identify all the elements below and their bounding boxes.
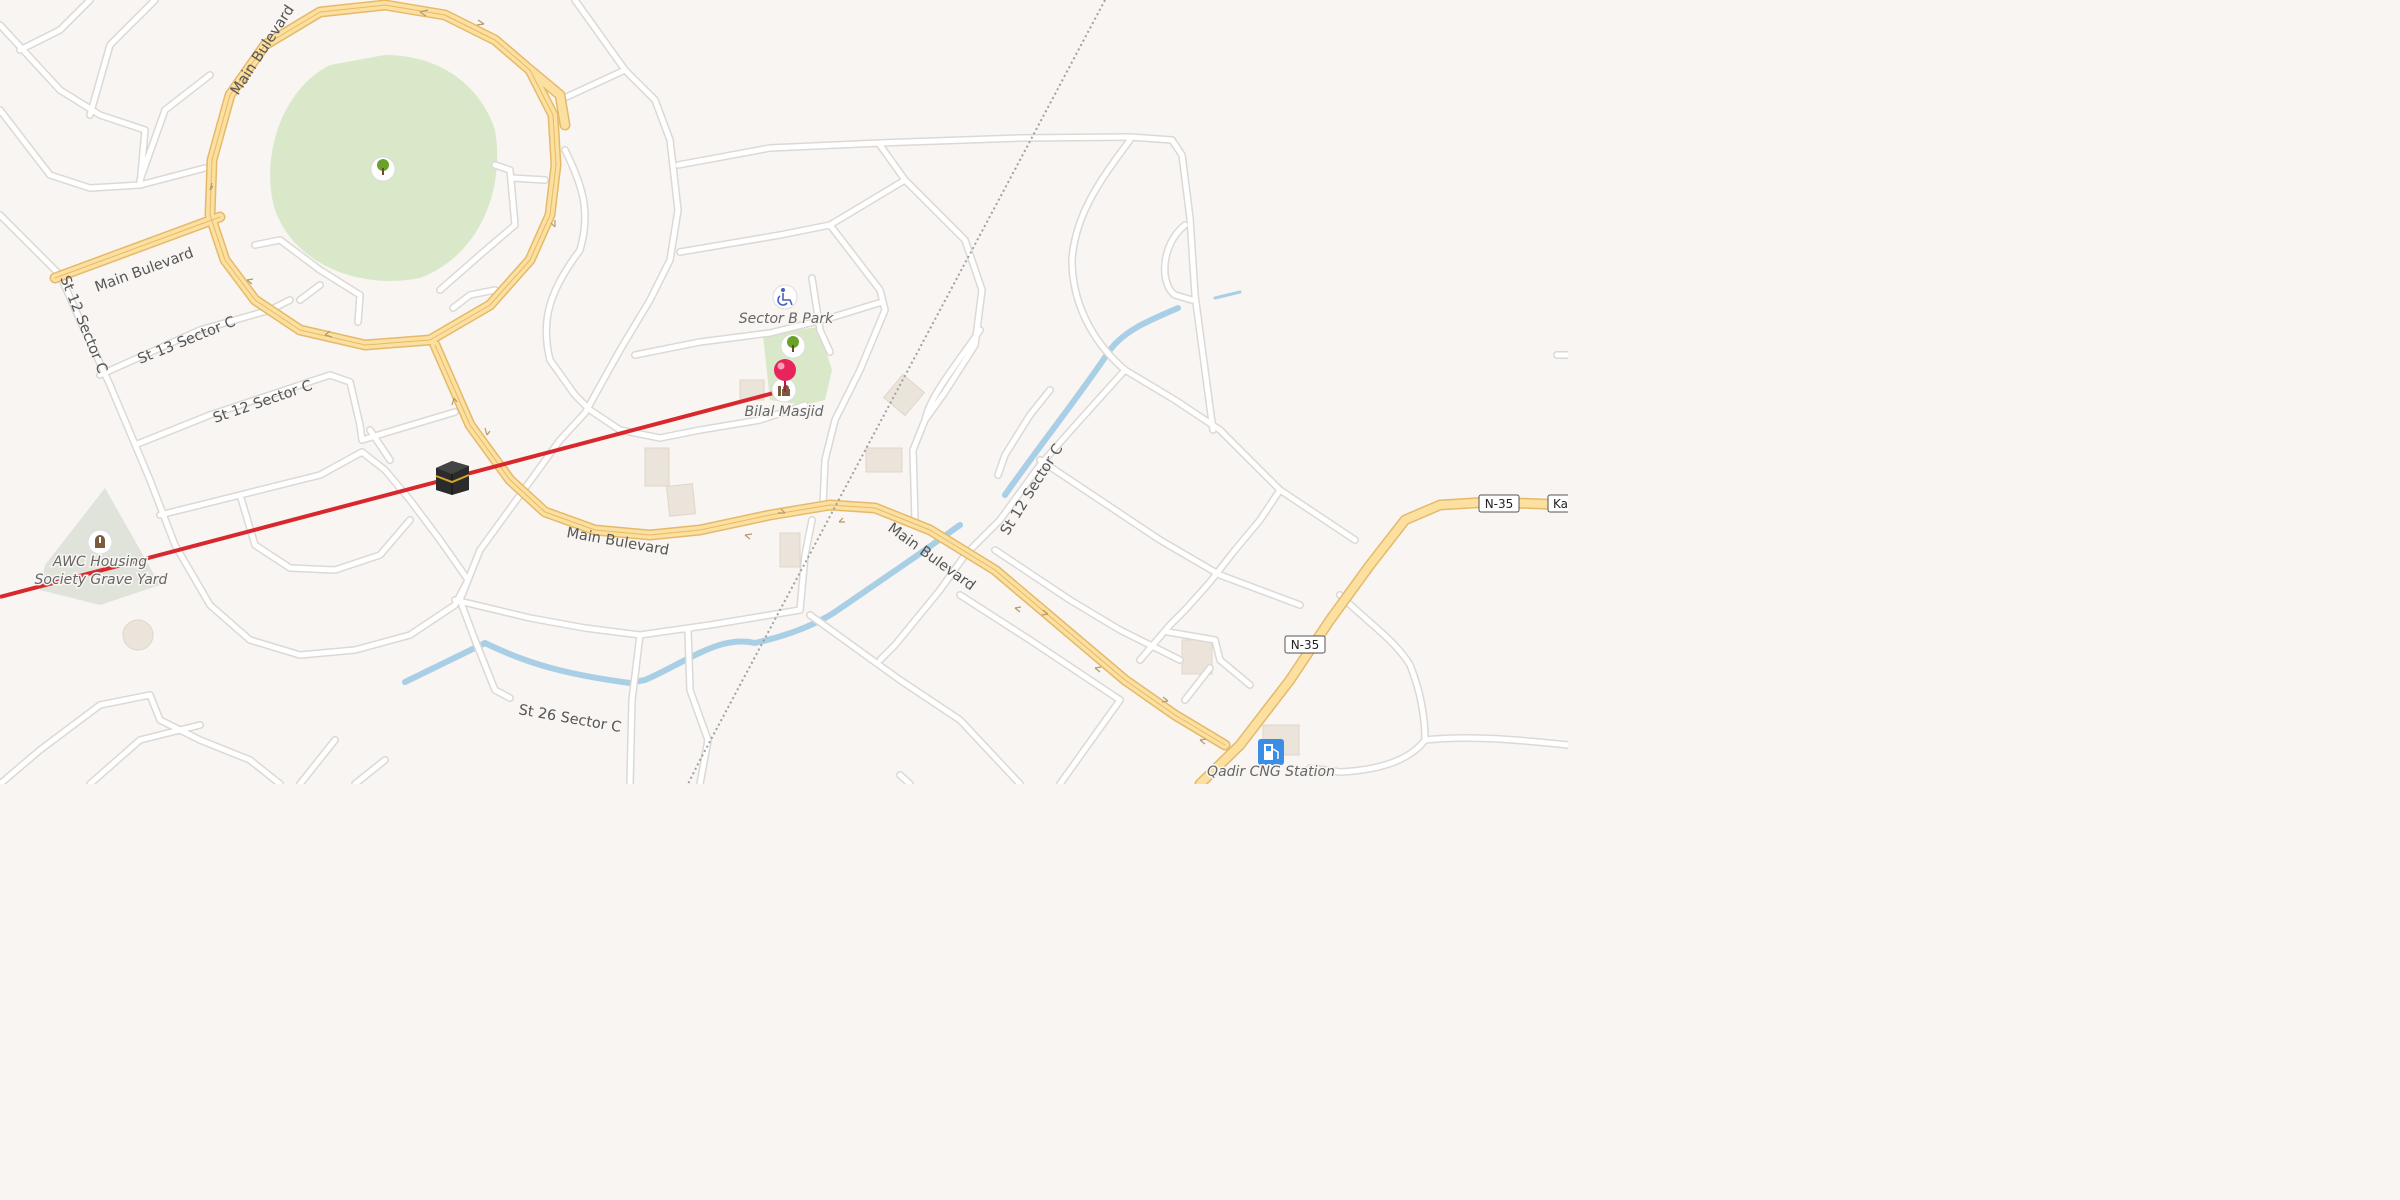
- tree-icon[interactable]: [780, 333, 806, 359]
- road-label-st13: St 13 Sector C: [136, 314, 238, 368]
- poi-label-sector-b-park[interactable]: Sector B Park: [737, 310, 835, 329]
- highway-shield-label: N-35: [1291, 638, 1320, 652]
- road-label-main-bulevard-north: Main Bulevard: [228, 2, 298, 98]
- highway-shield-label: N-35: [1485, 497, 1514, 511]
- highway-shield-cut[interactable]: Ka: [1547, 494, 1568, 513]
- kaaba-icon[interactable]: [435, 461, 470, 495]
- highway-shield-n35-east[interactable]: N-35: [1478, 494, 1520, 513]
- highway-shield-label-cut: Ka: [1553, 497, 1568, 511]
- tree-icon[interactable]: [370, 156, 396, 182]
- poi-label-qadir-cng[interactable]: Qadir CNG Station: [1206, 763, 1337, 782]
- road-label-st26: St 26 Sector C: [517, 702, 622, 736]
- poi-label-bilal-masjid[interactable]: Bilal Masjid: [743, 403, 825, 422]
- wheelchair-icon[interactable]: [772, 284, 798, 310]
- canal-stub[interactable]: [1213, 290, 1242, 300]
- poi-label-graveyard-line2[interactable]: Society Grave Yard: [33, 571, 169, 590]
- road-label-st12-middle: St 12 Sector C: [211, 378, 314, 427]
- grave-icon[interactable]: [87, 529, 113, 555]
- poi-label-graveyard-line1[interactable]: AWC Housing: [50, 553, 148, 572]
- fuel-icon[interactable]: [1258, 739, 1284, 765]
- map-layer: Main Bulevard Main Bulevard Main Bulevar…: [0, 0, 1568, 784]
- map-canvas[interactable]: Main Bulevard Main Bulevard Main Bulevar…: [0, 0, 1568, 784]
- highway-shield-n35-south[interactable]: N-35: [1284, 635, 1326, 654]
